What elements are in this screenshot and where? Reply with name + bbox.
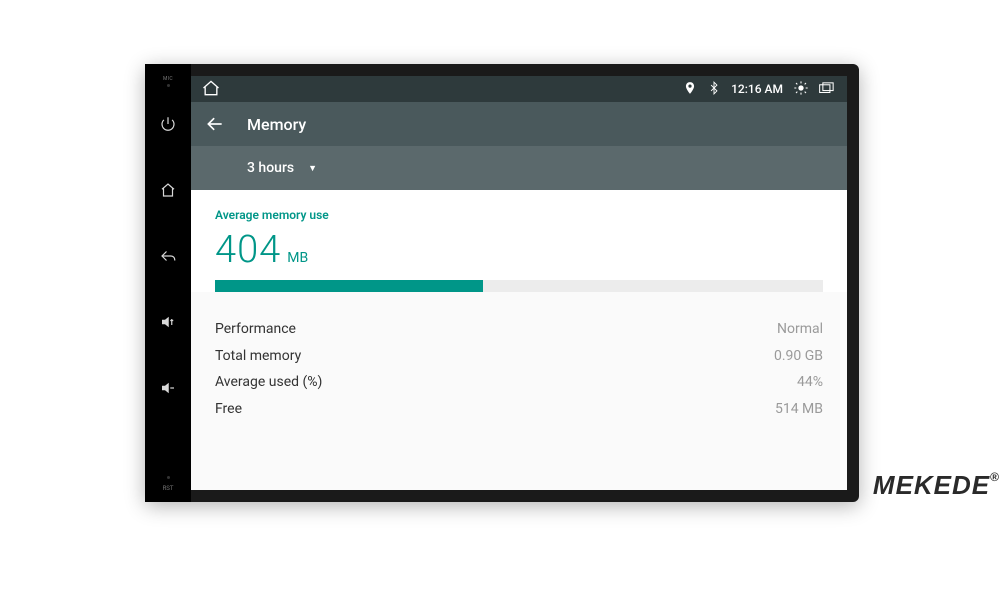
bluetooth-icon bbox=[707, 81, 721, 98]
device-frame: MIC RST 12:16 AM bbox=[145, 64, 859, 502]
label: Total memory bbox=[215, 343, 301, 370]
section-title: Average memory use bbox=[215, 208, 823, 222]
app-bar: Memory bbox=[191, 102, 847, 146]
value: 44% bbox=[797, 369, 823, 396]
row-free[interactable]: Free 514 MB bbox=[215, 396, 823, 423]
volume-down-icon bbox=[159, 379, 177, 397]
recents-icon[interactable] bbox=[819, 81, 837, 98]
screen: 12:16 AM Memory 3 hours ▼ Average memory… bbox=[191, 76, 847, 490]
chevron-down-icon: ▼ bbox=[308, 163, 317, 174]
status-bar: 12:16 AM bbox=[191, 76, 847, 102]
power-button[interactable] bbox=[157, 113, 179, 135]
memory-value: 404 MB bbox=[215, 228, 823, 272]
brightness-icon[interactable] bbox=[793, 80, 809, 99]
brand-reg: ® bbox=[990, 470, 1000, 484]
volume-up-button[interactable] bbox=[157, 311, 179, 333]
value: Normal bbox=[777, 316, 823, 343]
time-period-label: 3 hours bbox=[247, 160, 294, 176]
memory-value-unit: MB bbox=[287, 250, 308, 266]
home-icon bbox=[159, 181, 177, 199]
back-button[interactable] bbox=[205, 114, 225, 134]
usage-bar bbox=[215, 280, 823, 292]
back-hw-button[interactable] bbox=[157, 245, 179, 267]
row-total-memory[interactable]: Total memory 0.90 GB bbox=[215, 343, 823, 370]
volume-down-button[interactable] bbox=[157, 377, 179, 399]
home-button[interactable] bbox=[157, 179, 179, 201]
value: 514 MB bbox=[775, 396, 823, 423]
brand-name: MEKEDE bbox=[873, 470, 990, 500]
arrow-left-icon bbox=[205, 114, 225, 134]
clock: 12:16 AM bbox=[731, 82, 783, 96]
value: 0.90 GB bbox=[774, 343, 823, 370]
label: Free bbox=[215, 396, 242, 423]
time-period-selector[interactable]: 3 hours ▼ bbox=[191, 146, 847, 190]
details-list: Performance Normal Total memory 0.90 GB … bbox=[191, 292, 847, 422]
back-hw-icon bbox=[159, 247, 177, 265]
mic-hole bbox=[167, 84, 170, 87]
nav-home-icon[interactable] bbox=[201, 79, 221, 100]
row-average-used[interactable]: Average used (%) 44% bbox=[215, 369, 823, 396]
row-performance[interactable]: Performance Normal bbox=[215, 316, 823, 343]
memory-value-number: 404 bbox=[215, 228, 281, 272]
memory-summary: Average memory use 404 MB bbox=[191, 190, 847, 292]
power-icon bbox=[159, 115, 177, 133]
hardware-button-column: MIC RST bbox=[145, 64, 191, 502]
reset-hole bbox=[167, 476, 170, 479]
volume-up-icon bbox=[159, 313, 177, 331]
app-title: Memory bbox=[247, 115, 306, 134]
reset-label: RST bbox=[163, 485, 174, 492]
label: Average used (%) bbox=[215, 369, 322, 396]
mic-label: MIC bbox=[163, 76, 173, 82]
location-icon bbox=[683, 81, 697, 98]
brand-watermark: MEKEDE® bbox=[873, 470, 1000, 501]
label: Performance bbox=[215, 316, 296, 343]
usage-bar-fill bbox=[215, 280, 483, 292]
